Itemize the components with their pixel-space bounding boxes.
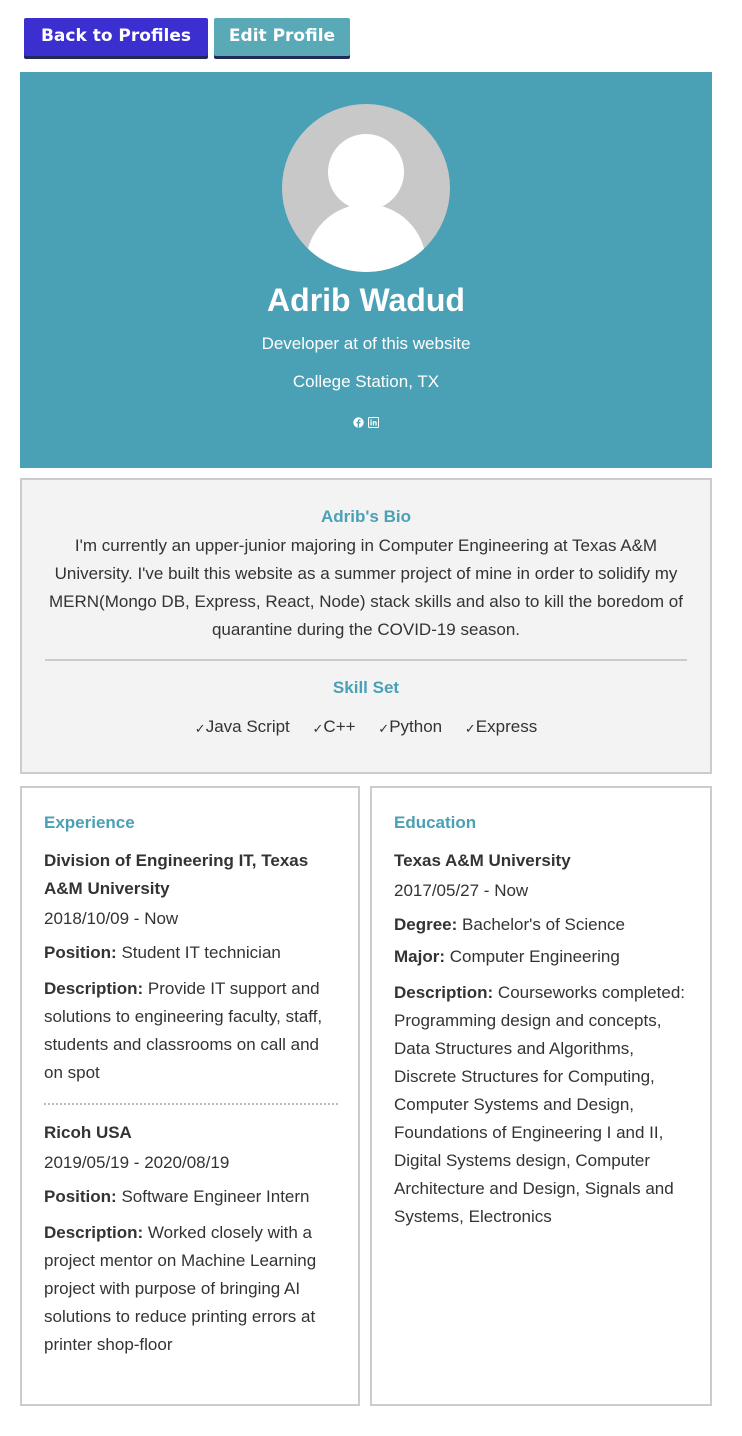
- experience-company: Division of Engineering IT, Texas A&M Un…: [44, 851, 309, 898]
- experience-description: Description: Provide IT support and solu…: [44, 975, 338, 1087]
- skill-label: Java Script: [205, 717, 290, 736]
- experience-dates: 2018/10/09 - Now: [44, 909, 179, 928]
- profile-header: Adrib Wadud Developer at of this website…: [20, 72, 712, 468]
- skill-label: Express: [475, 717, 538, 736]
- education-dates: 2017/05/27 - Now: [394, 881, 529, 900]
- position-label: Position:: [44, 1187, 117, 1206]
- avatar-body-shape: [306, 204, 426, 272]
- check-icon: ✓: [464, 721, 476, 736]
- linkedin-icon[interactable]: [368, 417, 379, 428]
- description-label: Description:: [44, 979, 144, 998]
- education-title: Education: [394, 813, 477, 832]
- experience-title: Experience: [44, 813, 135, 832]
- education-school: Texas A&M University: [394, 851, 571, 870]
- education-description: Description: Courseworks completed: Prog…: [394, 979, 690, 1231]
- education-degree: Degree: Bachelor's of Science: [394, 911, 690, 939]
- description-label: Description:: [44, 1223, 144, 1242]
- description-label: Description:: [394, 983, 494, 1002]
- profile-location: College Station, TX: [292, 372, 440, 391]
- bio-text: I'm currently an upper-junior majoring i…: [49, 536, 683, 639]
- social-links: [20, 417, 712, 428]
- entry-divider: [44, 1103, 338, 1105]
- skill-set-title: Skill Set: [332, 678, 400, 697]
- position-label: Position:: [44, 943, 117, 962]
- position-value: Student IT technician: [121, 943, 281, 962]
- experience-entry: Division of Engineering IT, Texas A&M Un…: [44, 847, 338, 1087]
- avatar-head-shape: [328, 134, 404, 210]
- avatar: [282, 104, 450, 272]
- skill-item: ✓Express: [465, 716, 537, 740]
- experience-dates: 2019/05/19 - 2020/08/19: [44, 1153, 230, 1172]
- facebook-icon[interactable]: [353, 417, 364, 428]
- experience-description: Description: Worked closely with a proje…: [44, 1219, 338, 1359]
- check-icon: ✓: [312, 721, 324, 736]
- experience-entry: Ricoh USA 2019/05/19 - 2020/08/19 Positi…: [44, 1119, 338, 1359]
- major-label: Major:: [394, 947, 445, 966]
- experience-card: Experience Division of Engineering IT, T…: [20, 786, 360, 1406]
- check-icon: ✓: [194, 721, 206, 736]
- bio-section: Adrib's Bio I'm currently an upper-junio…: [20, 478, 712, 774]
- description-value: Worked closely with a project mentor on …: [44, 1223, 317, 1354]
- experience-position: Position: Student IT technician: [44, 939, 338, 967]
- education-card: Education Texas A&M University 2017/05/2…: [370, 786, 712, 1406]
- bio-title: Adrib's Bio: [321, 507, 411, 526]
- skill-item: ✓Java Script: [195, 716, 290, 740]
- skill-item: ✓Python: [378, 716, 442, 740]
- check-icon: ✓: [378, 721, 390, 736]
- education-major: Major: Computer Engineering: [394, 943, 690, 971]
- description-value: Courseworks completed: Programming desig…: [394, 983, 685, 1226]
- degree-label: Degree:: [394, 915, 458, 934]
- edit-profile-button[interactable]: Edit Profile: [214, 18, 350, 56]
- major-value: Computer Engineering: [449, 947, 620, 966]
- skill-item: ✓C++: [313, 716, 356, 740]
- education-entry: Texas A&M University 2017/05/27 - Now De…: [394, 847, 690, 1231]
- degree-value: Bachelor's of Science: [462, 915, 625, 934]
- profile-name: Adrib Wadud: [267, 282, 465, 318]
- skill-list: ✓Java Script ✓C++ ✓Python ✓Express: [22, 716, 710, 740]
- experience-company: Ricoh USA: [44, 1123, 132, 1142]
- back-to-profiles-button[interactable]: Back to Profiles: [24, 18, 208, 56]
- position-value: Software Engineer Intern: [121, 1187, 310, 1206]
- skill-label: Python: [389, 717, 443, 736]
- bio-divider: [45, 659, 687, 661]
- skill-label: C++: [323, 717, 356, 736]
- profile-headline: Developer at of this website: [261, 334, 471, 353]
- experience-position: Position: Software Engineer Intern: [44, 1183, 338, 1211]
